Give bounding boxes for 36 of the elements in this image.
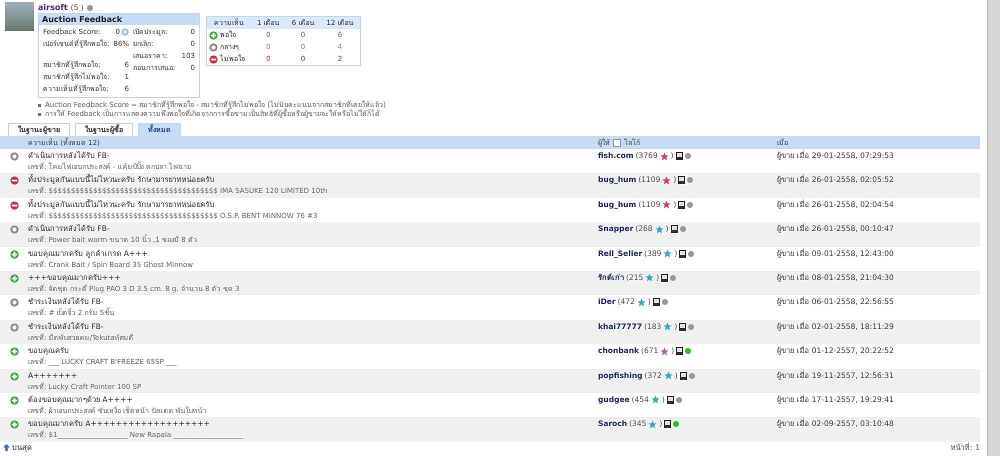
plus-circle-icon — [10, 396, 18, 405]
card-icon — [678, 200, 686, 209]
scrollbar[interactable] — [987, 0, 1000, 456]
card-icon — [678, 176, 686, 184]
ring-icon — [10, 322, 18, 332]
plus-circle-icon — [10, 250, 18, 259]
ring-icon — [209, 42, 218, 52]
minus-circle-icon — [10, 176, 18, 186]
panel-title: Auction Feedback — [39, 14, 199, 25]
card-icon — [670, 225, 678, 234]
ring-icon — [10, 225, 18, 234]
plus-circle-icon — [10, 274, 18, 283]
photo-placeholder — [5, 2, 34, 31]
up-arrow-icon — [3, 444, 10, 452]
checkbox[interactable] — [613, 138, 621, 146]
card-icon — [679, 250, 686, 258]
card-icon — [676, 152, 683, 160]
plus-circle-icon — [209, 30, 218, 40]
ring-icon — [10, 298, 18, 308]
card-icon — [664, 420, 672, 428]
card-icon — [680, 372, 687, 380]
plus-circle-icon — [10, 420, 18, 430]
help-icon[interactable] — [121, 28, 129, 36]
bullet-icon — [38, 104, 41, 107]
ring-icon — [10, 152, 18, 161]
plus-circle-icon — [10, 347, 18, 356]
card-icon — [666, 396, 674, 404]
card-icon — [652, 298, 660, 306]
card-icon — [661, 274, 668, 282]
plus-circle-icon — [10, 372, 18, 381]
card-icon — [679, 322, 686, 331]
username[interactable]: airsoft — [38, 2, 68, 12]
bullet-icon — [38, 113, 41, 116]
minus-circle-icon — [10, 200, 18, 210]
card-icon — [676, 347, 684, 356]
minus-circle-icon — [209, 54, 218, 64]
